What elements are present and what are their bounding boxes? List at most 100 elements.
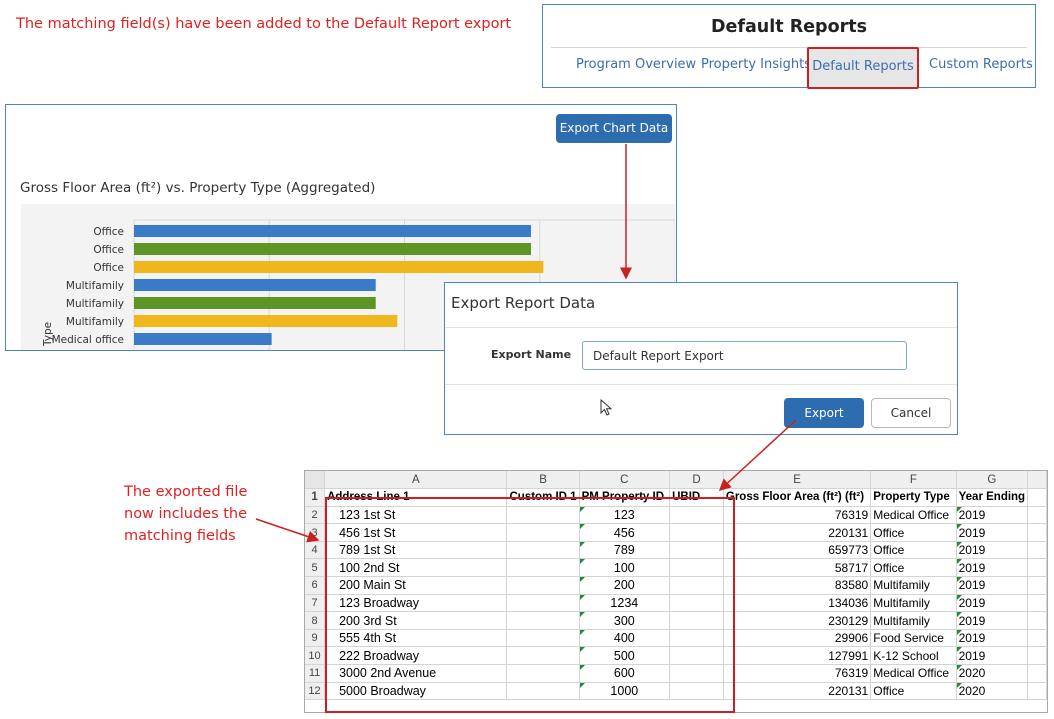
row-number[interactable]: 7	[305, 594, 326, 613]
pm-property-id-cell[interactable]: 1000	[579, 682, 671, 701]
column-header-c[interactable]: C	[579, 471, 671, 490]
column-header-e[interactable]: E	[723, 471, 872, 490]
custom-id-cell[interactable]	[506, 523, 580, 542]
header-cell-address[interactable]: Address Line 1	[324, 488, 508, 507]
pm-property-id-cell[interactable]: 600	[579, 664, 671, 683]
year-ending-cell[interactable]: 2019	[956, 541, 1029, 560]
pm-property-id-cell[interactable]: 200	[579, 576, 671, 595]
property-type-cell[interactable]: Food Service	[870, 629, 957, 648]
property-type-cell[interactable]: Medical Office	[870, 664, 957, 683]
custom-id-cell[interactable]	[506, 576, 580, 595]
pm-property-id-cell[interactable]: 100	[579, 558, 671, 578]
row-number[interactable]: 4	[305, 541, 326, 560]
export-button[interactable]: Export	[784, 398, 864, 428]
tab-property-insights[interactable]: Property Insights	[701, 57, 811, 72]
property-type-cell[interactable]: Multifamily	[870, 576, 957, 595]
custom-id-cell[interactable]	[506, 629, 580, 648]
ubid-cell[interactable]	[669, 682, 724, 701]
cancel-button[interactable]: Cancel	[871, 398, 951, 428]
pm-property-id-cell[interactable]: 400	[579, 629, 671, 648]
property-type-cell[interactable]: Multifamily	[870, 611, 957, 630]
sheet-corner[interactable]	[305, 471, 326, 490]
custom-id-cell[interactable]	[506, 558, 580, 578]
ubid-cell[interactable]	[669, 558, 724, 578]
year-ending-cell[interactable]: 2019	[956, 629, 1029, 648]
header-cell-ubid[interactable]: UBID	[669, 488, 724, 507]
gross-floor-area-cell[interactable]: 659773	[723, 541, 872, 560]
row-number[interactable]: 10	[305, 646, 326, 666]
property-type-cell[interactable]: K-12 School	[870, 646, 957, 666]
empty-cell[interactable]	[1027, 682, 1047, 701]
row-number[interactable]: 11	[305, 664, 326, 683]
pm-property-id-cell[interactable]: 456	[579, 523, 671, 542]
custom-id-cell[interactable]	[506, 664, 580, 683]
property-type-cell[interactable]: Office	[870, 682, 957, 701]
custom-id-cell[interactable]	[506, 541, 580, 560]
export-chart-data-button[interactable]: Export Chart Data	[556, 114, 672, 143]
empty-cell[interactable]	[1027, 629, 1047, 648]
address-cell[interactable]: 123 1st St	[324, 506, 508, 525]
header-cell-year-ending[interactable]: Year Ending	[956, 488, 1029, 507]
ubid-cell[interactable]	[669, 594, 724, 613]
custom-id-cell[interactable]	[506, 646, 580, 666]
header-cell-custom-id[interactable]: Custom ID 1	[506, 488, 580, 507]
empty-cell[interactable]	[1027, 646, 1047, 666]
empty-cell[interactable]	[1027, 594, 1047, 613]
gross-floor-area-cell[interactable]: 220131	[723, 682, 872, 701]
ubid-cell[interactable]	[669, 523, 724, 542]
year-ending-cell[interactable]: 2019	[956, 576, 1029, 595]
address-cell[interactable]: 5000 Broadway	[324, 682, 508, 701]
year-ending-cell[interactable]: 2019	[956, 506, 1029, 525]
row-number[interactable]: 6	[305, 576, 326, 595]
gross-floor-area-cell[interactable]: 29906	[723, 629, 872, 648]
row-number[interactable]: 3	[305, 523, 326, 542]
column-header-g[interactable]: G	[956, 471, 1029, 490]
ubid-cell[interactable]	[669, 576, 724, 595]
column-header-a[interactable]: A	[324, 471, 508, 490]
year-ending-cell[interactable]: 2019	[956, 594, 1029, 613]
tab-default-reports[interactable]: Default Reports	[807, 47, 919, 89]
gross-floor-area-cell[interactable]: 83580	[723, 576, 872, 595]
address-cell[interactable]: 222 Broadway	[324, 646, 508, 666]
address-cell[interactable]: 555 4th St	[324, 629, 508, 648]
ubid-cell[interactable]	[669, 646, 724, 666]
gross-floor-area-cell[interactable]: 230129	[723, 611, 872, 630]
row-number[interactable]: 9	[305, 629, 326, 648]
year-ending-cell[interactable]: 2020	[956, 664, 1029, 683]
ubid-cell[interactable]	[669, 506, 724, 525]
address-cell[interactable]: 123 Broadway	[324, 594, 508, 613]
empty-cell[interactable]	[1027, 523, 1047, 542]
empty-cell[interactable]	[1027, 576, 1047, 595]
property-type-cell[interactable]: Medical Office	[870, 506, 957, 525]
pm-property-id-cell[interactable]: 500	[579, 646, 671, 666]
row-number[interactable]: 5	[305, 558, 326, 578]
ubid-cell[interactable]	[669, 541, 724, 560]
address-cell[interactable]: 3000 2nd Avenue	[324, 664, 508, 683]
column-header-d[interactable]: D	[669, 471, 724, 490]
gross-floor-area-cell[interactable]: 127991	[723, 646, 872, 666]
year-ending-cell[interactable]: 2019	[956, 523, 1029, 542]
year-ending-cell[interactable]: 2019	[956, 558, 1029, 578]
pm-property-id-cell[interactable]: 123	[579, 506, 671, 525]
address-cell[interactable]: 456 1st St	[324, 523, 508, 542]
header-cell-property-type[interactable]: Property Type	[870, 488, 957, 507]
property-type-cell[interactable]: Office	[870, 541, 957, 560]
year-ending-cell[interactable]: 2020	[956, 682, 1029, 701]
empty-cell[interactable]	[1027, 558, 1047, 578]
export-name-input[interactable]	[582, 341, 907, 370]
address-cell[interactable]: 100 2nd St	[324, 558, 508, 578]
property-type-cell[interactable]: Multifamily	[870, 594, 957, 613]
empty-cell[interactable]	[1027, 611, 1047, 630]
header-cell-gross-floor-area[interactable]: Gross Floor Area (ft²) (ft²)	[723, 488, 872, 507]
row-number[interactable]: 2	[305, 506, 326, 525]
empty-cell[interactable]	[1027, 664, 1047, 683]
header-cell-pm-property-id[interactable]: PM Property ID	[579, 488, 671, 507]
year-ending-cell[interactable]: 2019	[956, 646, 1029, 666]
property-type-cell[interactable]: Office	[870, 558, 957, 578]
pm-property-id-cell[interactable]: 300	[579, 611, 671, 630]
column-header-b[interactable]: B	[506, 471, 580, 490]
gross-floor-area-cell[interactable]: 220131	[723, 523, 872, 542]
ubid-cell[interactable]	[669, 629, 724, 648]
address-cell[interactable]: 200 Main St	[324, 576, 508, 595]
tab-custom-reports[interactable]: Custom Reports	[929, 57, 1033, 72]
